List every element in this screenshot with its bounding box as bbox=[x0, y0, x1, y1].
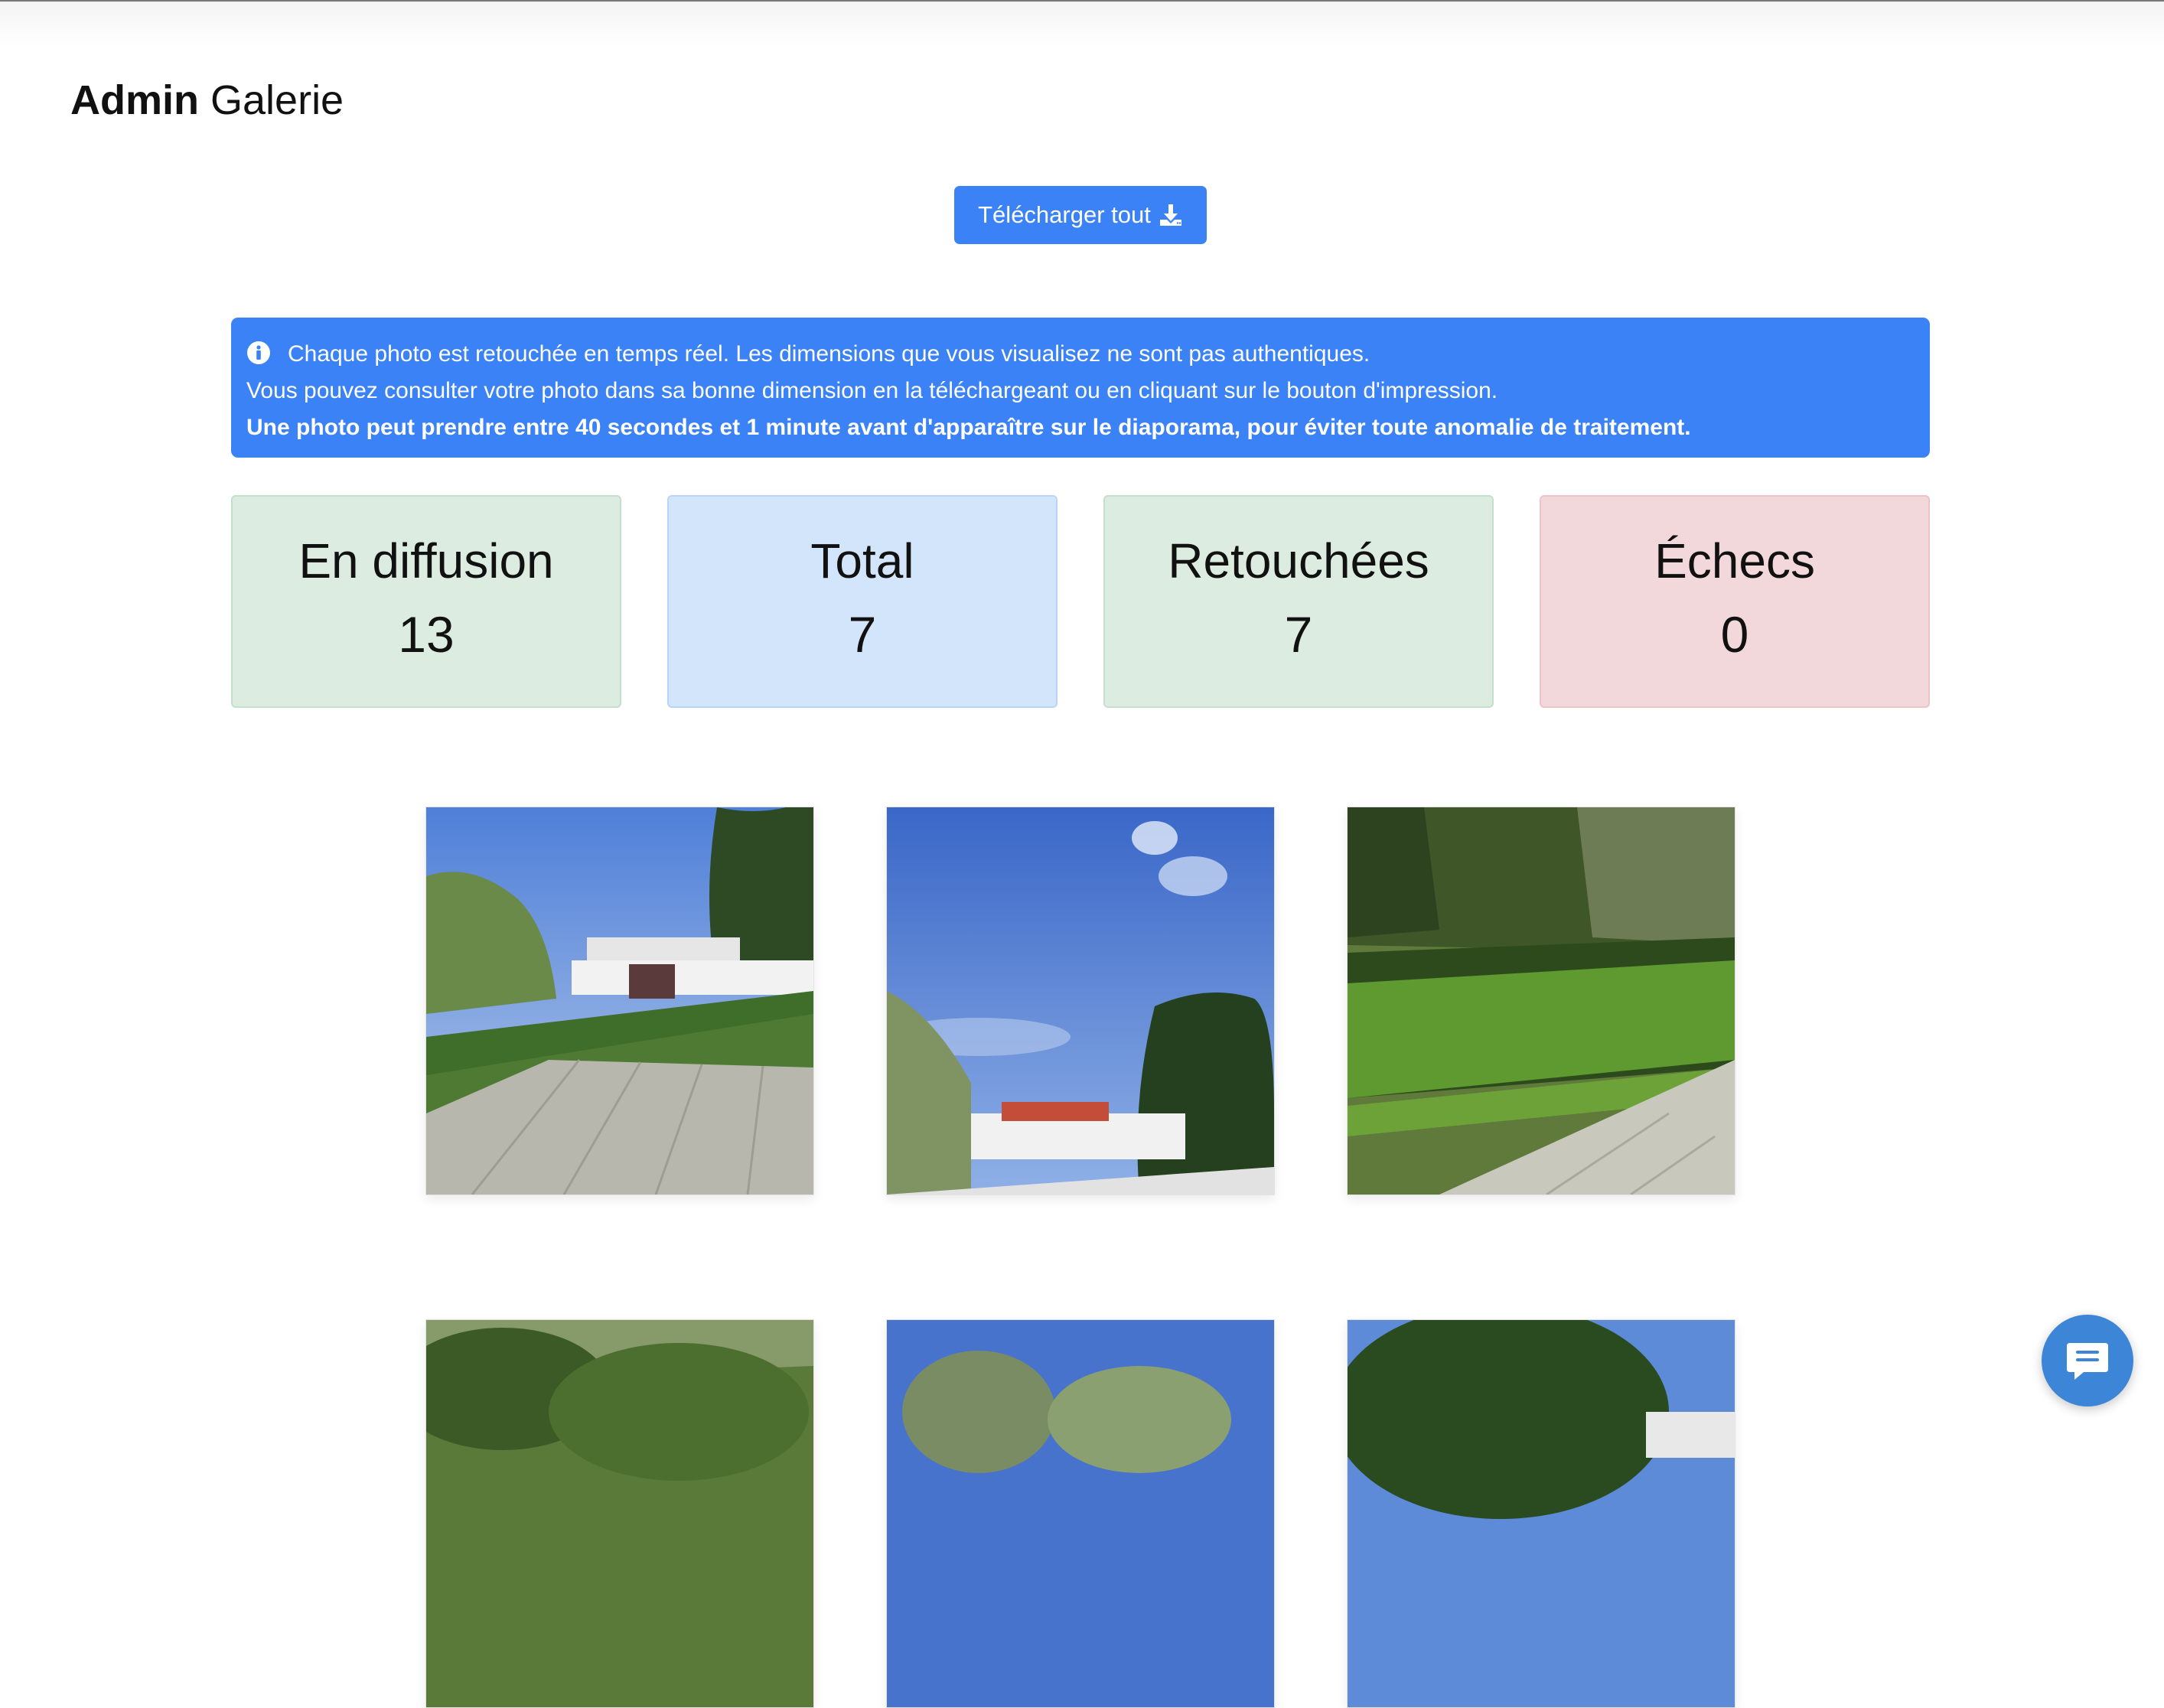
stat-label: En diffusion bbox=[298, 533, 554, 588]
gallery-photo-3[interactable] bbox=[1347, 807, 1735, 1195]
stat-value: 0 bbox=[1720, 606, 1749, 663]
photo-sky-trees bbox=[887, 1320, 1274, 1707]
alert-line-1: Chaque photo est retouchée en temps réel… bbox=[246, 336, 1915, 373]
download-all-button[interactable]: Télécharger tout bbox=[954, 186, 1207, 244]
stat-card-total: Total 7 bbox=[667, 495, 1058, 708]
chat-button[interactable] bbox=[2042, 1315, 2133, 1406]
photo-blue-sky bbox=[887, 807, 1274, 1195]
stat-card-en-diffusion: En diffusion 13 bbox=[231, 495, 621, 708]
stat-label: Retouchées bbox=[1168, 533, 1429, 588]
stat-card-echecs: Échecs 0 bbox=[1540, 495, 1930, 708]
stat-label: Total bbox=[810, 533, 914, 588]
stat-value: 13 bbox=[398, 606, 455, 663]
stat-label: Échecs bbox=[1654, 533, 1815, 588]
stat-card-retouchees: Retouchées 7 bbox=[1103, 495, 1494, 708]
info-circle-icon bbox=[247, 341, 270, 364]
download-icon bbox=[1159, 204, 1181, 226]
brand-regular: Galerie bbox=[210, 77, 344, 123]
photo-garden-terrace bbox=[426, 807, 813, 1195]
stat-value: 7 bbox=[848, 606, 877, 663]
info-alert: Chaque photo est retouchée en temps réel… bbox=[231, 318, 1930, 458]
photo-lawn bbox=[1348, 807, 1735, 1195]
photo-shrubs bbox=[426, 1320, 813, 1707]
gallery-photo-1[interactable] bbox=[425, 807, 814, 1195]
stat-value: 7 bbox=[1284, 606, 1313, 663]
alert-line-2: Vous pouvez consulter votre photo dans s… bbox=[246, 378, 1498, 403]
gallery-photo-2[interactable] bbox=[886, 807, 1275, 1195]
download-all-label: Télécharger tout bbox=[978, 201, 1151, 228]
photo-conifer bbox=[1348, 1320, 1735, 1707]
app-brand[interactable]: Admin Galerie bbox=[70, 73, 344, 127]
chat-bubble-icon bbox=[2067, 1343, 2108, 1380]
brand-bold: Admin bbox=[70, 77, 199, 123]
gallery-photo-4[interactable] bbox=[425, 1319, 814, 1708]
header-backdrop bbox=[0, 2, 2164, 47]
gallery-photo-5[interactable] bbox=[886, 1319, 1275, 1708]
alert-text-1: Chaque photo est retouchée en temps réel… bbox=[288, 341, 1370, 367]
alert-line-3: Une photo peut prendre entre 40 secondes… bbox=[246, 415, 1691, 440]
gallery-photo-6[interactable] bbox=[1347, 1319, 1735, 1708]
